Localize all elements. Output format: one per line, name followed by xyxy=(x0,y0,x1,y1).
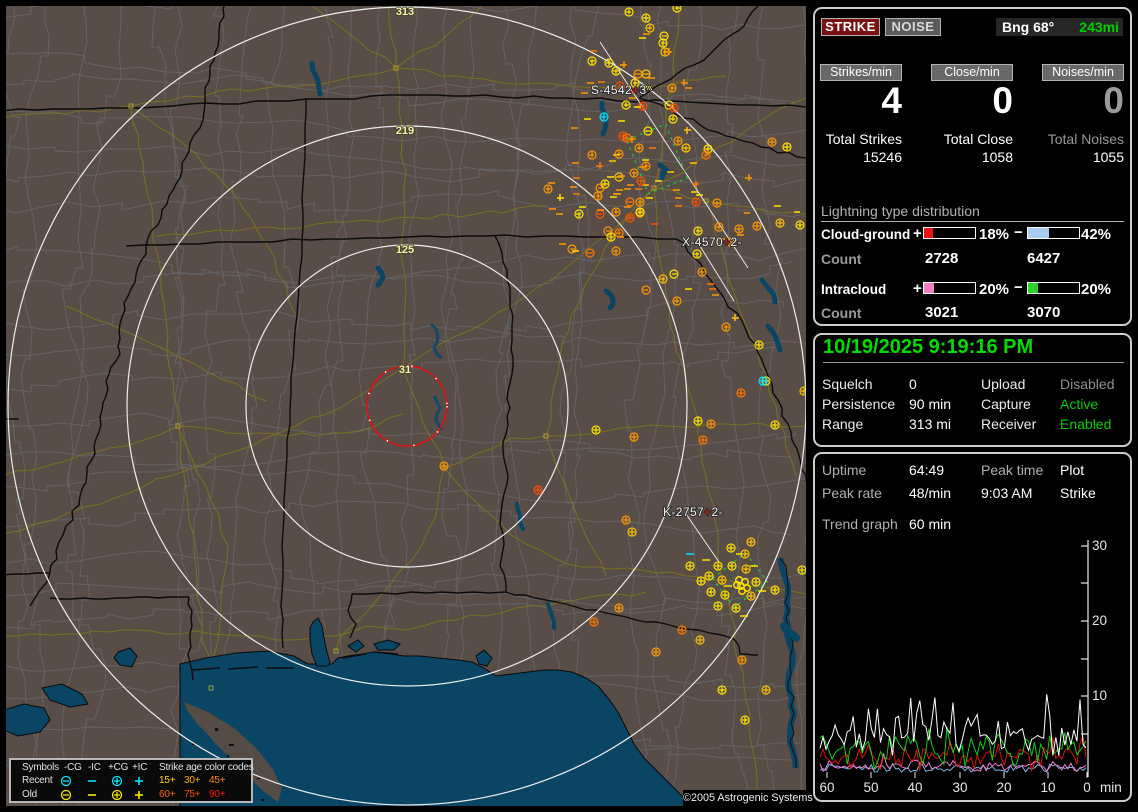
svg-text:60: 60 xyxy=(819,780,834,795)
svg-text:50: 50 xyxy=(863,780,878,795)
svg-text:20: 20 xyxy=(996,780,1011,795)
svg-text:40: 40 xyxy=(907,780,922,795)
svg-text:20: 20 xyxy=(1092,613,1107,628)
svg-text:10: 10 xyxy=(1040,780,1055,795)
svg-text:10: 10 xyxy=(1092,688,1107,703)
svg-text:30: 30 xyxy=(1092,538,1107,553)
svg-text:30: 30 xyxy=(952,780,967,795)
svg-text:0: 0 xyxy=(1083,780,1091,795)
svg-text:min: min xyxy=(1100,780,1122,795)
